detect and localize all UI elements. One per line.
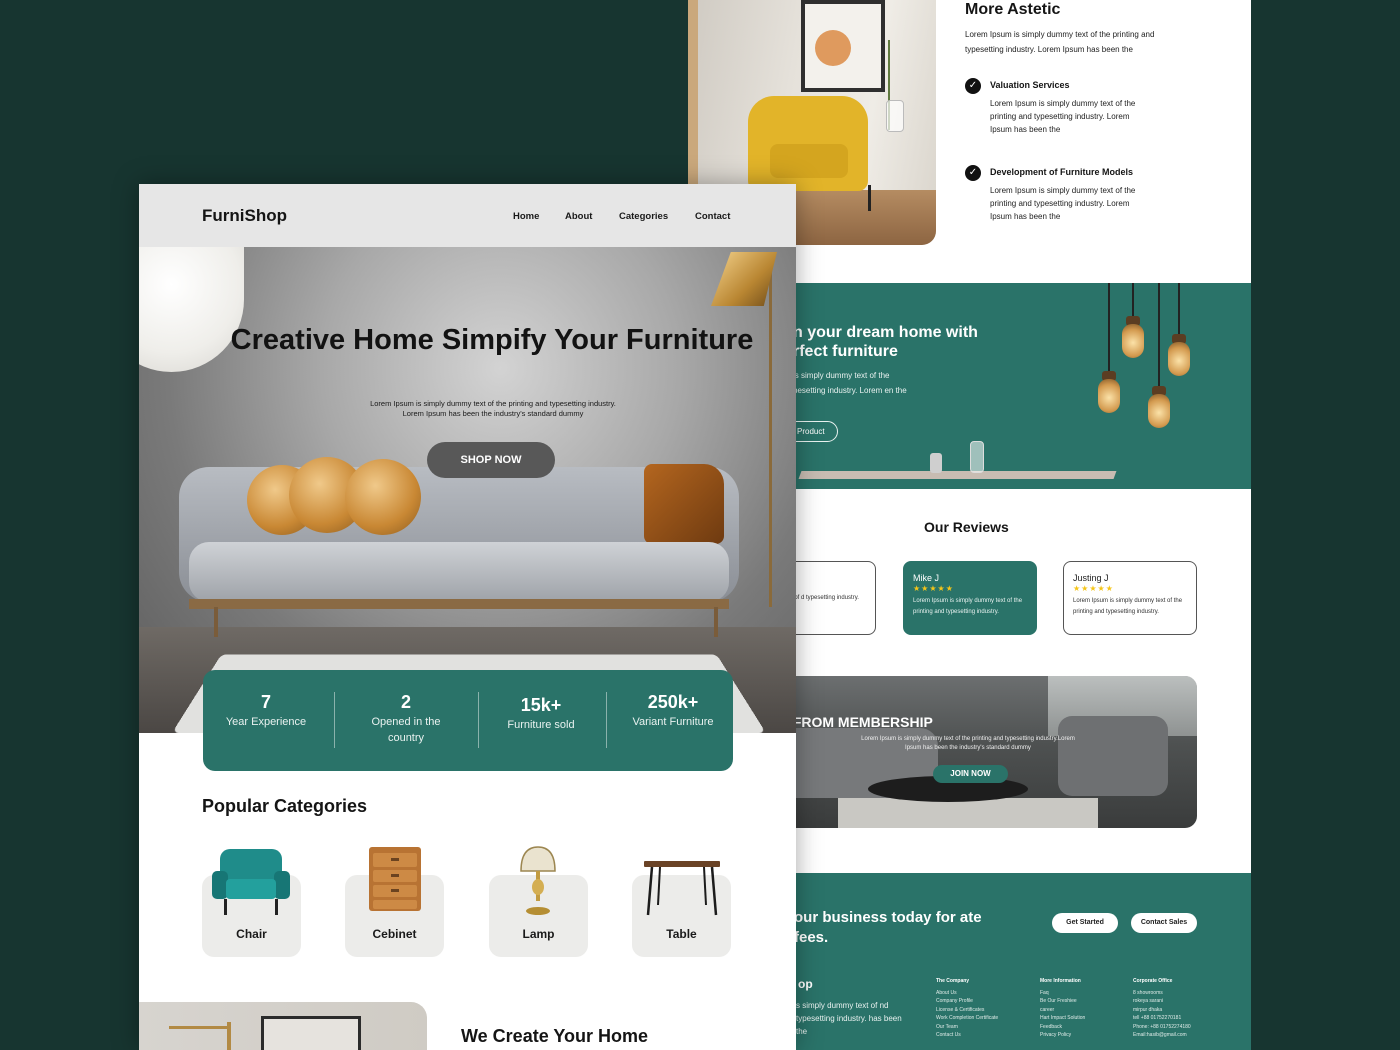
stat-value: 250k+ — [647, 692, 699, 712]
aesthetic-title: More Astetic — [965, 1, 1061, 18]
footer-text: mirpur dhaka — [1133, 1006, 1163, 1013]
front-page: FurniShop Home About Categories Contact … — [139, 184, 796, 1050]
category-card-cabinet[interactable]: Cebinet — [345, 847, 444, 957]
table-icon — [644, 861, 720, 916]
footer-link[interactable]: career — [1040, 1006, 1085, 1014]
footer-column-company: The Company About Us Company Profile Lic… — [936, 978, 998, 1039]
footer-link[interactable]: Be Our Freshiee — [1040, 997, 1085, 1005]
floor-lamp-image — [711, 252, 777, 306]
review-card: Mike J ★★★★★ Lorem Ipsum is simply dummy… — [903, 561, 1037, 635]
stat-value: 7 — [260, 692, 271, 712]
review-text: Lorem Ipsum is simply dummy text of the … — [1073, 598, 1183, 615]
reviewer-name: Justing J — [1073, 573, 1109, 583]
shop-now-button[interactable]: SHOP NOW — [427, 442, 555, 478]
service-description: Lorem Ipsum is simply dummy text of the … — [990, 99, 1136, 134]
check-icon: ✓ — [965, 78, 981, 94]
stats-bar: 7 Year Experience 2 Opened in the countr… — [203, 670, 733, 771]
navbar: FurniShop Home About Categories Contact — [139, 184, 796, 247]
footer-column-heading: The Company — [936, 978, 970, 984]
footer-link[interactable]: Privacy Policy — [1040, 1031, 1085, 1039]
hero-section: Creative Home Simpify Your Furniture Lor… — [139, 247, 796, 733]
rating-stars: ★★★★★ — [913, 584, 954, 593]
category-card-table[interactable]: Table — [632, 861, 731, 957]
stat-label: Opened in the country — [371, 716, 441, 744]
reviewer-name: Mike J — [913, 573, 940, 583]
categories-title: Popular Categories — [202, 796, 368, 816]
nav-about[interactable]: About — [565, 211, 592, 222]
footer-column-info: More Information Faq Be Our Freshiee car… — [1040, 978, 1085, 1039]
stat-sold: 15k+ Furniture sold — [499, 693, 583, 733]
vase-image — [930, 453, 942, 473]
service-title: Valuation Services — [990, 80, 1070, 90]
footer-column-heading: More Information — [1040, 978, 1081, 984]
flower-vase-image — [970, 441, 984, 473]
stat-value: 15k+ — [520, 695, 562, 715]
footer-link[interactable]: License & Certificates — [936, 1006, 998, 1014]
footer-text: tell +88 01752270181 — [1133, 1015, 1182, 1022]
category-label: Lamp — [522, 927, 555, 941]
aesthetic-description: Lorem Ipsum is simply dummy text of the … — [965, 30, 1155, 54]
section-title: We Create Your Home — [461, 1026, 649, 1046]
chair-icon — [212, 849, 290, 915]
stat-label: Variant Furniture — [632, 716, 714, 728]
pendant-bulb-icon — [1098, 283, 1120, 413]
brand-logo[interactable]: FurniShop — [202, 206, 287, 226]
review-text: Lorem Ipsum is simply dummy text of the … — [913, 598, 1023, 615]
category-card-lamp[interactable]: Lamp — [489, 846, 588, 957]
footer-text: Email:hasib@gmail.com — [1133, 1032, 1187, 1039]
stat-experience: 7 Year Experience — [223, 690, 309, 730]
category-label: Chair — [236, 927, 267, 941]
stat-label: Furniture sold — [507, 719, 575, 731]
footer-text: 8 showrooms — [1133, 990, 1163, 996]
shelf-image — [798, 471, 1117, 479]
lamp-icon — [520, 846, 556, 915]
stat-variants: 250k+ Variant Furniture — [631, 690, 715, 730]
pendant-bulb-icon — [1168, 283, 1190, 376]
pendant-bulb-icon — [1148, 283, 1170, 428]
footer-description: s simply dummy text of nd typesetting in… — [796, 1001, 902, 1036]
review-card: Justing J ★★★★★ Lorem Ipsum is simply du… — [1063, 561, 1197, 635]
footer-link[interactable]: Feedback — [1040, 1023, 1085, 1031]
footer-link[interactable]: About Us — [936, 989, 998, 997]
stat-value: 2 — [400, 692, 411, 712]
hero-title: Creative Home Simpify Your Furniture — [230, 324, 754, 356]
stat-label: Year Experience — [225, 716, 307, 728]
footer-cta-text: our business today for ate fees. — [794, 909, 982, 946]
interior-photo — [139, 1002, 427, 1050]
footer-link[interactable]: Work Completion Certificate — [936, 1014, 998, 1022]
footer-link[interactable]: Our Team — [936, 1023, 998, 1031]
footer-link[interactable]: Hart Impact Solution — [1040, 1014, 1085, 1022]
promo-description: Lorem Ipsum is simply dummy text of the … — [861, 736, 1075, 751]
category-label: Cebinet — [372, 927, 417, 941]
join-now-button[interactable]: JOIN NOW — [933, 765, 1008, 783]
contact-sales-button[interactable]: Contact Sales — [1131, 913, 1197, 933]
service-description: Lorem Ipsum is simply dummy text of the … — [990, 186, 1136, 221]
footer-text: Phone: +88 01752274180 — [1133, 1023, 1191, 1030]
category-card-chair[interactable]: Chair — [202, 849, 301, 957]
nav-contact[interactable]: Contact — [695, 211, 730, 222]
reviews-title: Our Reviews — [924, 519, 1009, 535]
check-icon: ✓ — [965, 165, 981, 181]
service-title: Development of Furniture Models — [990, 167, 1134, 177]
rating-stars: ★★★★★ — [1073, 584, 1114, 593]
nav-categories[interactable]: Categories — [619, 211, 668, 222]
footer-link[interactable]: Contact Us — [936, 1031, 998, 1039]
stat-countries: 2 Opened in the country — [361, 690, 451, 746]
hero-description: Lorem Ipsum is simply dummy text of the … — [370, 399, 616, 418]
banner-title: n your dream home with rfect furniture — [793, 324, 978, 360]
get-started-button[interactable]: Get Started — [1052, 913, 1118, 933]
footer-link[interactable]: Faq — [1040, 989, 1085, 997]
banner-description: is simply dummy text of the pesetting in… — [793, 371, 907, 395]
nav-home[interactable]: Home — [513, 211, 539, 222]
footer-column-office: Corporate Office 8 showrooms rokeya sara… — [1133, 978, 1191, 1039]
cabinet-icon — [369, 847, 421, 911]
footer-column-heading: Corporate Office — [1133, 978, 1173, 984]
category-label: Table — [666, 927, 697, 941]
footer-link[interactable]: Company Profile — [936, 997, 998, 1005]
pendant-bulb-icon — [1122, 283, 1144, 358]
footer-text: rokeya sarani — [1133, 998, 1164, 1005]
footer-brand: op — [798, 977, 813, 991]
